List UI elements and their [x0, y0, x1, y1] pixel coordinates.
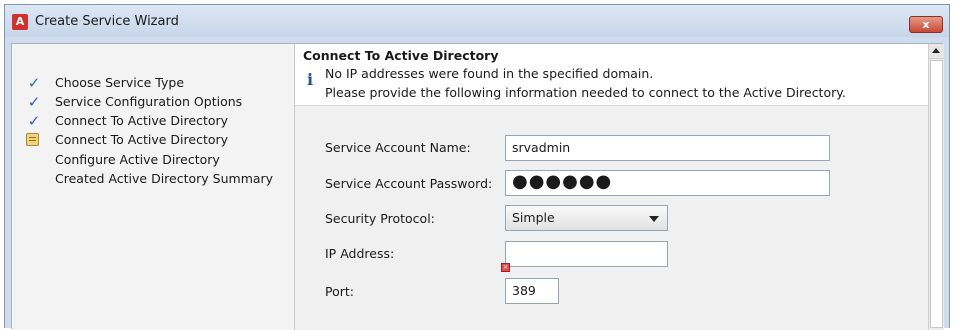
port-label: Port: — [325, 284, 354, 299]
info-message-line1: No IP addresses were found in the specif… — [325, 66, 654, 81]
dropdown-arrow-icon — [649, 216, 659, 222]
scroll-thumb[interactable] — [930, 60, 943, 328]
info-message-line2: Please provide the following information… — [325, 85, 846, 100]
account-password-input[interactable]: ●●●●●● — [505, 170, 830, 196]
wizard-content: ✓ Choose Service Type ✓ Service Configur… — [11, 43, 944, 330]
wizard-steps-panel: ✓ Choose Service Type ✓ Service Configur… — [12, 44, 295, 330]
checkmark-icon: ✓ — [27, 112, 41, 130]
step-label: Configure Active Directory — [55, 152, 220, 167]
info-icon: i — [307, 70, 314, 89]
checkmark-icon: ✓ — [27, 93, 41, 111]
account-name-input[interactable]: srvadmin — [505, 135, 830, 161]
connection-form: Service Account Name: srvadmin Service A… — [295, 106, 928, 330]
step-title: Connect To Active Directory — [303, 48, 499, 63]
account-password-label: Service Account Password: — [325, 176, 493, 191]
step-header-banner: Connect To Active Directory i No IP addr… — [295, 44, 928, 106]
security-protocol-label: Security Protocol: — [325, 211, 435, 226]
checkmark-icon: ✓ — [27, 74, 41, 92]
security-protocol-value: Simple — [512, 210, 555, 225]
validation-error-icon: × — [501, 263, 510, 272]
step-main-panel: Connect To Active Directory i No IP addr… — [295, 44, 928, 330]
step-label: Created Active Directory Summary — [55, 171, 274, 186]
close-button[interactable]: x — [909, 16, 943, 33]
step-label: Connect To Active Directory — [55, 132, 229, 147]
window-title: Create Service Wizard — [35, 14, 179, 29]
scroll-up-arrow-icon[interactable] — [929, 44, 944, 59]
ip-address-label: IP Address: — [325, 246, 395, 261]
create-service-wizard-window: A Create Service Wizard x ✓ Choose Servi… — [4, 4, 950, 330]
step-label: Service Configuration Options — [55, 94, 243, 109]
current-step-icon — [26, 133, 39, 146]
step-label: Connect To Active Directory — [55, 113, 229, 128]
step-label: Choose Service Type — [55, 75, 185, 90]
security-protocol-select[interactable]: Simple — [505, 205, 668, 231]
vertical-scrollbar[interactable] — [928, 44, 944, 330]
title-bar[interactable]: A Create Service Wizard x — [5, 5, 949, 37]
account-name-label: Service Account Name: — [325, 140, 471, 155]
app-logo-icon: A — [12, 14, 28, 30]
port-input[interactable]: 389 — [505, 278, 559, 304]
ip-address-input[interactable] — [505, 241, 668, 267]
